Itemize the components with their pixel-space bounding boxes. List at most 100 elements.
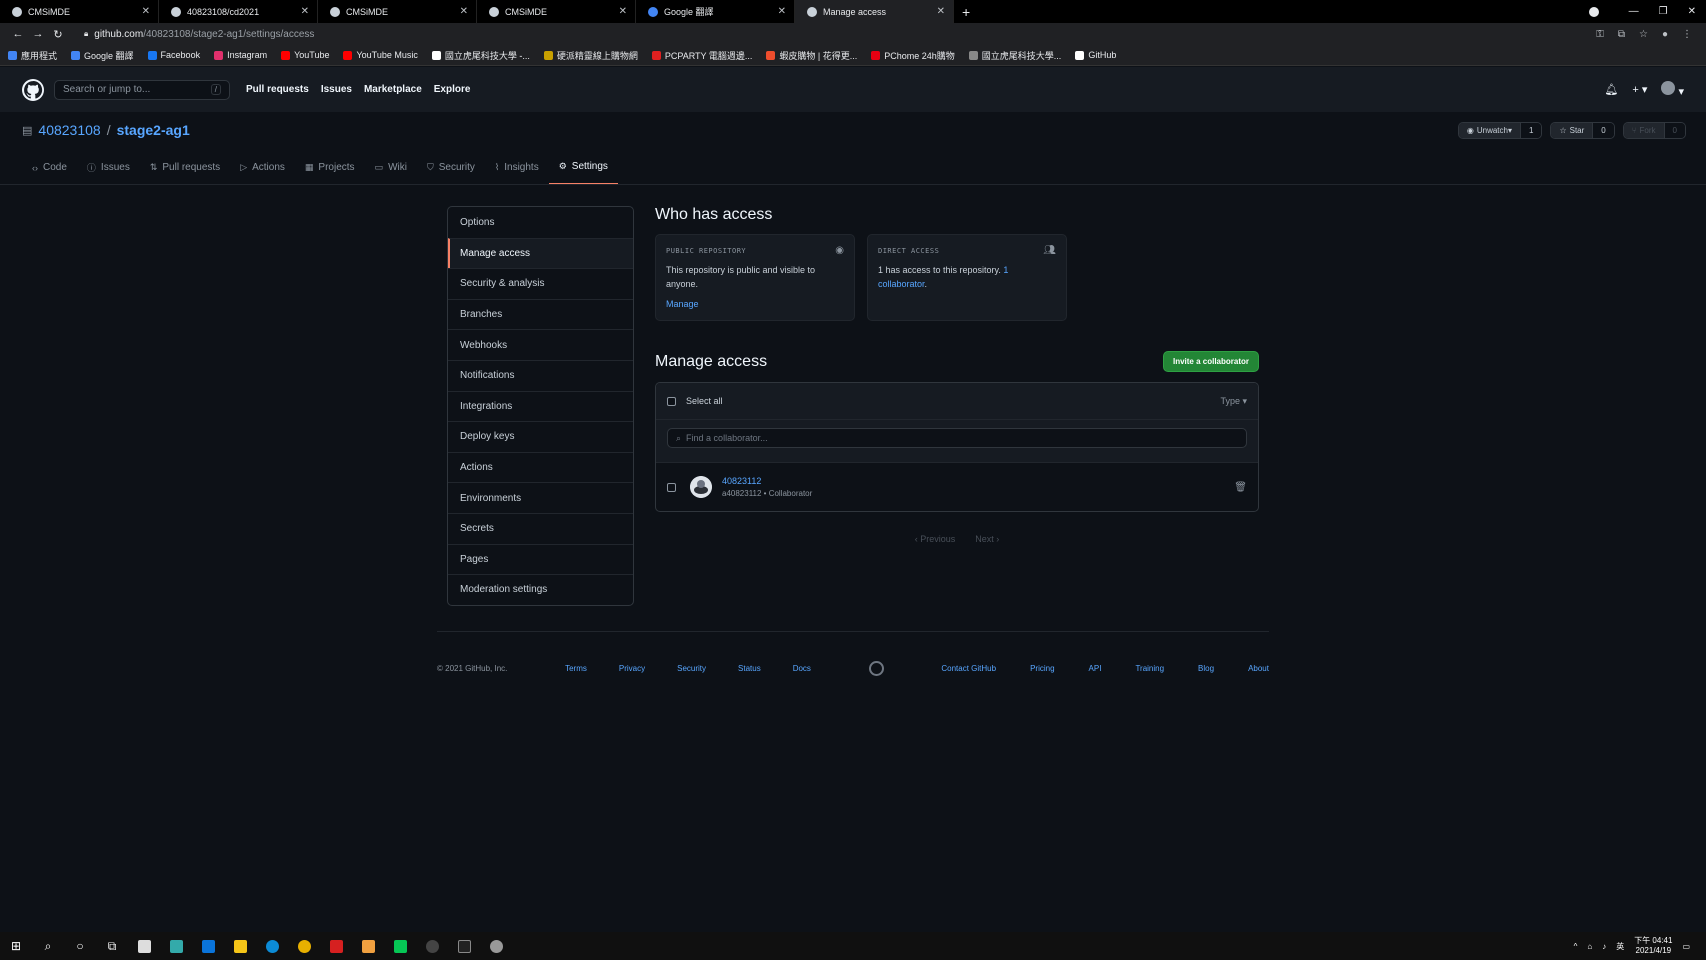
watch-count[interactable]: 1 <box>1519 123 1542 138</box>
sidebar-item-secrets[interactable]: Secrets <box>448 512 633 544</box>
tab-issues[interactable]: ⓘ Issues <box>77 156 140 185</box>
footer-link-terms[interactable]: Terms <box>565 664 587 673</box>
tab-pull-requests[interactable]: ⇅ Pull requests <box>140 156 230 185</box>
search-icon[interactable]: ⌕ <box>32 932 64 960</box>
app-icon[interactable] <box>480 932 512 960</box>
bookmark-item[interactable]: 國立虎尾科技大學 -... <box>431 49 530 62</box>
github-desktop-icon[interactable] <box>416 932 448 960</box>
next-page-button[interactable]: Next › <box>975 534 999 544</box>
sidebar-item-options[interactable]: Options <box>448 207 633 238</box>
chrome-icon[interactable] <box>288 932 320 960</box>
browser-tab[interactable]: 40823108/cd2021 ✕ <box>159 0 318 23</box>
avatar[interactable] <box>690 476 712 498</box>
acrobat-icon[interactable] <box>320 932 352 960</box>
close-window-icon[interactable]: ✕ <box>1688 6 1696 17</box>
nav-marketplace[interactable]: Marketplace <box>364 84 422 95</box>
task-view-icon[interactable]: ⧉ <box>96 932 128 960</box>
chevron-up-icon[interactable]: ^ <box>1574 942 1578 951</box>
collaborator-name-link[interactable]: 40823112 <box>722 476 812 486</box>
plus-dropdown-icon[interactable]: + ▾ <box>1632 83 1647 96</box>
nav-pull-requests[interactable]: Pull requests <box>246 84 309 95</box>
store-icon[interactable] <box>128 932 160 960</box>
unwatch-button[interactable]: ◉ Unwatch ▾ 1 <box>1457 122 1543 139</box>
footer-link-docs[interactable]: Docs <box>793 664 811 673</box>
bookmark-item[interactable]: 蝦皮購物 | 花得更... <box>766 49 857 62</box>
terminal-icon[interactable] <box>448 932 480 960</box>
sidebar-item-security-analysis[interactable]: Security & analysis <box>448 268 633 299</box>
tab-insights[interactable]: ⌇ Insights <box>485 156 549 185</box>
github-footer-logo-icon[interactable] <box>868 661 884 676</box>
notification-icon[interactable]: ▭ <box>1682 942 1690 951</box>
sidebar-item-actions[interactable]: Actions <box>448 451 633 483</box>
network-icon[interactable]: ⌂ <box>1587 942 1592 951</box>
sidebar-item-moderation-settings[interactable]: Moderation settings <box>448 574 633 605</box>
bookmark-item[interactable]: 應用程式 <box>8 49 57 62</box>
collaborator-checkbox[interactable] <box>667 482 676 492</box>
url-field[interactable]: 🔒︎ github.com/40823108/stage2-ag1/settin… <box>76 25 1597 43</box>
profile-icon[interactable] <box>1588 6 1599 17</box>
browser-tab[interactable]: Google 翻譯 ✕ <box>636 0 795 23</box>
close-icon[interactable]: ✕ <box>142 6 150 17</box>
footer-link-api[interactable]: API <box>1089 664 1102 673</box>
minimize-icon[interactable]: — <box>1629 6 1639 17</box>
sidebar-item-manage-access[interactable]: Manage access <box>448 237 633 269</box>
forward-icon[interactable]: → <box>28 28 48 40</box>
previous-page-button[interactable]: ‹ Previous <box>915 534 956 544</box>
bookmark-item[interactable]: Instagram <box>214 50 267 60</box>
mail-icon[interactable] <box>192 932 224 960</box>
tab-actions[interactable]: ▷ Actions <box>230 156 295 185</box>
footer-link-status[interactable]: Status <box>738 664 761 673</box>
file-explorer-icon[interactable] <box>224 932 256 960</box>
footer-link-privacy[interactable]: Privacy <box>619 664 645 673</box>
app-icon[interactable] <box>160 932 192 960</box>
github-logo-icon[interactable] <box>22 78 44 101</box>
search-input[interactable]: Search or jump to... / <box>54 79 230 100</box>
type-filter-dropdown[interactable]: Type ▾ <box>1220 396 1247 407</box>
tab-code[interactable]: ‹› Code <box>22 156 77 185</box>
sidebar-item-branches[interactable]: Branches <box>448 298 633 330</box>
reload-icon[interactable]: ↻ <box>48 28 68 41</box>
invite-collaborator-button[interactable]: Invite a collaborator <box>1162 351 1259 372</box>
footer-link-blog[interactable]: Blog <box>1198 664 1214 673</box>
close-icon[interactable]: ✕ <box>937 6 945 17</box>
tab-projects[interactable]: ▦ Projects <box>295 156 365 185</box>
close-icon[interactable]: ✕ <box>301 6 309 17</box>
sidebar-item-webhooks[interactable]: Webhooks <box>448 329 633 360</box>
select-all-checkbox[interactable] <box>667 396 676 406</box>
nav-explore[interactable]: Explore <box>434 84 471 95</box>
tab-security[interactable]: ⛉ Security <box>417 156 485 185</box>
bookmark-item[interactable]: Google 翻譯 <box>71 49 134 62</box>
footer-link-training[interactable]: Training <box>1135 664 1164 673</box>
bookmark-star-icon[interactable]: ☆ <box>1639 29 1648 40</box>
star-count[interactable]: 0 <box>1592 123 1614 138</box>
bookmark-item[interactable]: YouTube <box>281 50 329 60</box>
manage-visibility-link[interactable]: Manage <box>666 299 844 309</box>
trash-icon[interactable]: 🗑︎ <box>1234 482 1247 493</box>
app-icon[interactable] <box>352 932 384 960</box>
close-icon[interactable]: ✕ <box>619 6 627 17</box>
user-menu[interactable]: ▾ <box>1661 81 1684 98</box>
browser-tab[interactable]: CMSiMDE ✕ <box>318 0 477 23</box>
translate-icon[interactable]: ⧉ <box>1618 29 1625 40</box>
sidebar-item-environments[interactable]: Environments <box>448 482 633 513</box>
volume-icon[interactable]: ♪ <box>1602 942 1606 951</box>
new-tab-button[interactable]: + <box>962 4 970 20</box>
browser-tab[interactable]: CMSiMDE ✕ <box>0 0 159 23</box>
browser-tab[interactable]: Manage access ✕ <box>795 0 954 23</box>
bookmark-item[interactable]: Facebook <box>147 50 200 60</box>
browser-tab[interactable]: CMSiMDE ✕ <box>477 0 636 23</box>
back-icon[interactable]: ← <box>8 28 28 40</box>
windows-start-icon[interactable]: ⊞ <box>0 932 32 960</box>
tab-settings[interactable]: ⚙ Settings <box>548 156 618 185</box>
bookmark-item[interactable]: PCPARTY 電腦週邊... <box>651 49 752 62</box>
sidebar-item-pages[interactable]: Pages <box>448 543 633 575</box>
close-icon[interactable]: ✕ <box>778 6 786 17</box>
repo-name-link[interactable]: stage2-ag1 <box>117 122 190 138</box>
bookmark-item[interactable]: PChome 24h購物 <box>871 49 955 62</box>
bookmark-item[interactable]: 國立虎尾科技大學... <box>968 49 1061 62</box>
repo-owner-link[interactable]: 40823108 <box>38 122 100 138</box>
sidebar-item-integrations[interactable]: Integrations <box>448 390 633 422</box>
bell-icon[interactable]: 🔔︎ <box>1604 83 1618 96</box>
user-avatar-icon[interactable]: ● <box>1662 29 1668 40</box>
close-icon[interactable]: ✕ <box>460 6 468 17</box>
